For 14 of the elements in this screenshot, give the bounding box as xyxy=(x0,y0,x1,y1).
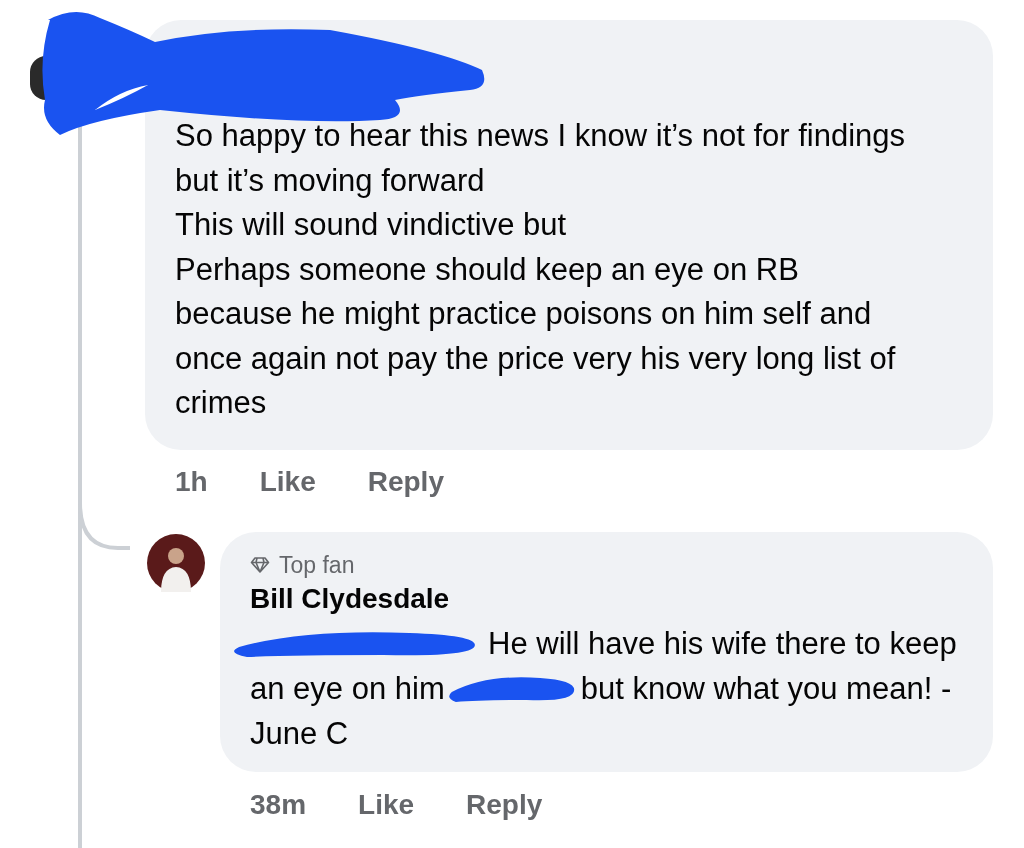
action-link[interactable]: Like xyxy=(358,788,415,821)
action-link[interactable]: Reply xyxy=(466,788,543,821)
action-link[interactable]: Like xyxy=(259,465,316,498)
timestamp: 1h xyxy=(175,465,208,498)
avatar[interactable] xyxy=(147,533,205,592)
comment-text: Perhaps someone should keep an eye on RB because he might practice poisons on him self and once again not pay the price very his very long list of crimes xyxy=(175,250,897,422)
comment-text: So happy to hear this news I know it’s not for findings but it’s moving forward xyxy=(175,117,907,200)
reply-text: He will have his wife there to keep an eye on him but know what you mean! - June C xyxy=(250,620,962,756)
action-link[interactable]: Reply xyxy=(367,465,444,498)
badge-label: Top fan xyxy=(279,551,355,579)
comment-text: This will sound vindictive but xyxy=(175,206,568,244)
diamond-icon xyxy=(250,556,270,574)
timestamp: 38m xyxy=(250,788,307,821)
author-name[interactable]: Bill Clydesdale xyxy=(250,582,969,615)
